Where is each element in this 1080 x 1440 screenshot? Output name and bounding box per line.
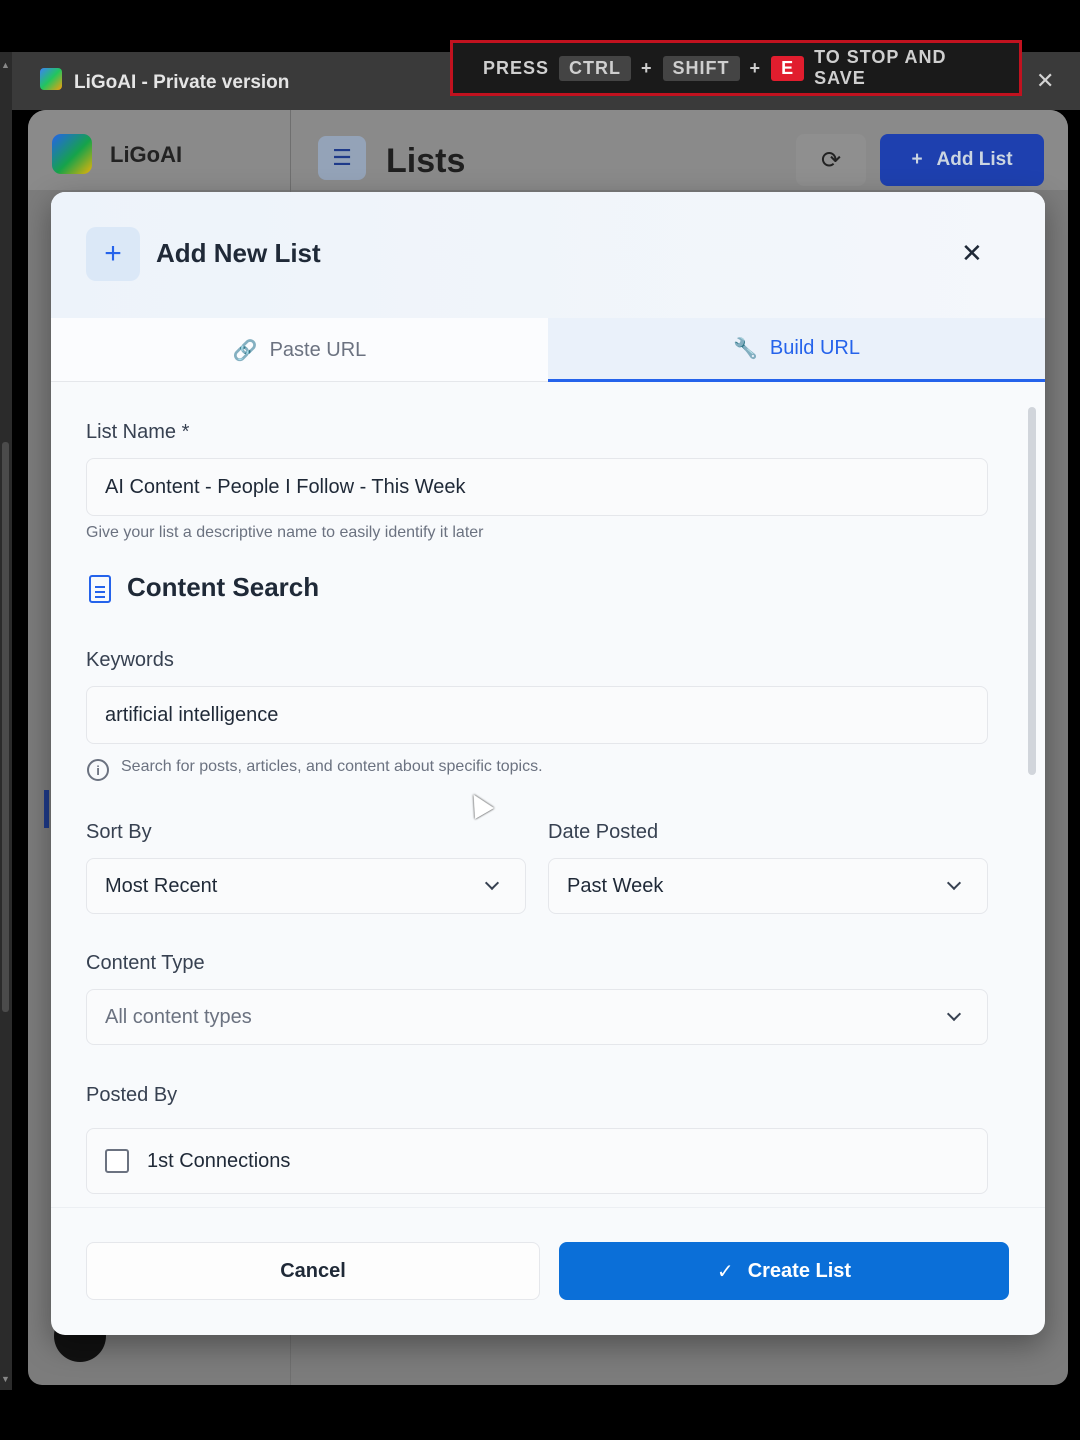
add-list-modal: + Add New List ✕ 🔗 Paste URL 🔧 Build URL… xyxy=(51,192,1045,1335)
chevron-down-icon xyxy=(484,875,500,891)
modal-scrollbar[interactable] xyxy=(1028,407,1036,775)
cancel-button[interactable]: Cancel xyxy=(86,1242,540,1300)
posted-by-1st-connections[interactable]: 1st Connections xyxy=(86,1128,988,1194)
app-logo xyxy=(52,134,92,174)
app-name: LiGoAI xyxy=(110,142,183,167)
document-icon xyxy=(89,575,111,603)
keywords-input[interactable]: artificial intelligence xyxy=(86,686,988,744)
window-close-icon[interactable]: ✕ xyxy=(1036,68,1054,94)
add-list-button[interactable]: + Add List xyxy=(880,134,1044,186)
modal-tabs: 🔗 Paste URL 🔧 Build URL xyxy=(51,318,1045,382)
sort-by-label: Sort By xyxy=(86,821,152,843)
recorder-banner: PRESS CTRL + SHIFT + E TO STOP AND SAVE xyxy=(450,40,1022,96)
checkbox[interactable] xyxy=(105,1149,129,1173)
keywords-label: Keywords xyxy=(86,649,174,671)
chevron-down-icon xyxy=(946,875,962,891)
sort-by-select[interactable]: Most Recent xyxy=(86,858,526,914)
recorder-suffix: TO STOP AND SAVE xyxy=(814,47,947,88)
keywords-helper: Search for posts, articles, and content … xyxy=(121,758,543,775)
check-icon: ✓ xyxy=(716,1260,734,1283)
tab-paste-url[interactable]: 🔗 Paste URL xyxy=(51,318,548,382)
recorder-plus: + xyxy=(641,57,653,78)
recorder-key-ctrl: CTRL xyxy=(559,55,632,81)
tab-build-url[interactable]: 🔧 Build URL xyxy=(548,318,1045,382)
sidebar-active-marker xyxy=(44,790,49,828)
content-search-title: Content Search xyxy=(127,572,320,602)
recorder-press: PRESS xyxy=(483,57,550,78)
list-name-label: List Name * xyxy=(86,421,190,443)
scrollbar-thumb[interactable] xyxy=(2,442,9,1012)
content-type-placeholder: All content types xyxy=(105,1005,252,1028)
date-posted-label: Date Posted xyxy=(548,821,659,843)
recorder-plus: + xyxy=(749,57,762,78)
modal-title: Add New List xyxy=(156,238,321,268)
page-title: Lists xyxy=(386,142,466,180)
sort-by-value: Most Recent xyxy=(105,874,218,897)
scroll-up-icon[interactable]: ▲ xyxy=(1,60,10,70)
app-window-icon xyxy=(40,68,62,90)
tab-label: Paste URL xyxy=(269,338,367,361)
create-list-label: Create List xyxy=(747,1259,852,1282)
info-icon: i xyxy=(87,759,109,781)
checklist-icon: ☰ xyxy=(318,136,366,180)
add-list-label: Add List xyxy=(936,149,1013,170)
refresh-button[interactable]: ⟳ xyxy=(796,134,866,186)
footer-divider xyxy=(51,1207,1045,1208)
link-icon: 🔗 xyxy=(232,339,258,362)
scroll-down-icon[interactable]: ▼ xyxy=(1,1374,10,1384)
modal-close-icon[interactable]: ✕ xyxy=(961,238,983,269)
list-name-helper: Give your list a descriptive name to eas… xyxy=(86,524,484,541)
recorder-key-e: E xyxy=(771,55,805,81)
left-scrollbar[interactable]: ▲ ▼ xyxy=(0,52,12,1390)
posted-by-label: Posted By xyxy=(86,1084,178,1106)
date-posted-value: Past Week xyxy=(567,874,664,897)
create-list-button[interactable]: ✓ Create List xyxy=(559,1242,1009,1300)
chevron-down-icon xyxy=(946,1006,962,1022)
plus-icon: + xyxy=(911,149,923,170)
add-icon: + xyxy=(86,227,140,281)
refresh-icon: ⟳ xyxy=(820,146,842,174)
tab-label: Build URL xyxy=(769,337,860,359)
content-type-label: Content Type xyxy=(86,952,205,974)
list-name-input[interactable]: AI Content - People I Follow - This Week xyxy=(86,458,988,516)
window-title: LiGoAI - Private version xyxy=(74,72,290,93)
wrench-icon: 🔧 xyxy=(733,338,758,360)
checkbox-label: 1st Connections xyxy=(147,1149,291,1172)
date-posted-select[interactable]: Past Week xyxy=(548,858,988,914)
content-type-select[interactable]: All content types xyxy=(86,989,988,1045)
recorder-key-shift: SHIFT xyxy=(662,55,740,81)
